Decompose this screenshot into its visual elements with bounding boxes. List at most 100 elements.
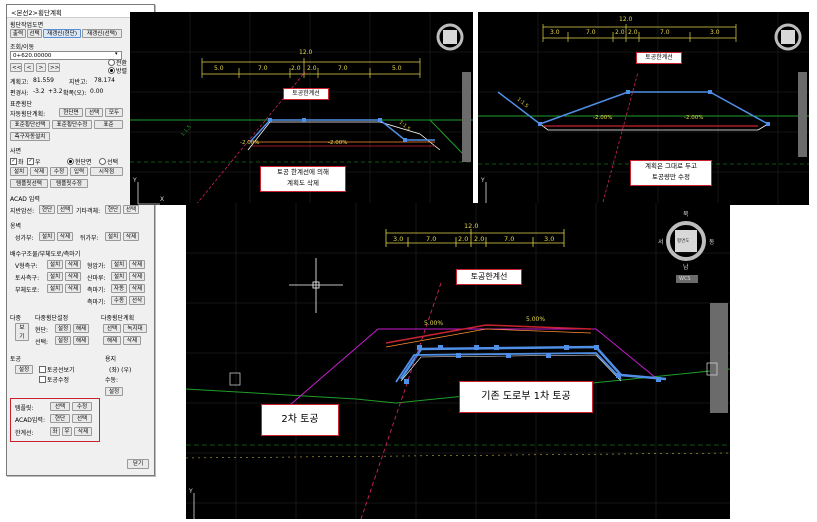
std-select-button[interactable]: 표준횡단선택 <box>10 120 50 129</box>
cad-viewport-3[interactable]: 12.0 3.0 7.0 2.0 2.0 7.0 3.0 토공한계선 5.00%… <box>186 203 730 519</box>
side1-label: 측마기: <box>87 287 106 294</box>
close-button[interactable]: 닫기 <box>127 459 149 469</box>
template-select-button[interactable]: 템플릿선택 <box>10 179 48 188</box>
cross-slope-left: 5.00% <box>424 320 444 327</box>
template-label: 템플릿: <box>15 405 34 412</box>
current-set-button[interactable]: 설정 <box>55 324 71 333</box>
limit-line-note: 토공한계선 <box>283 88 329 100</box>
chevron-down-icon[interactable]: ▾ <box>115 51 118 57</box>
auto-current-button[interactable]: 현단면 <box>59 108 83 117</box>
slope-install-button[interactable]: 설치 <box>10 167 28 176</box>
cad-viewport-2[interactable]: 12.0 3.0 7.0 2.0 2.0 7.0 3.0 토공한계선 1:1.5… <box>478 12 809 205</box>
dim-label: 3.0 <box>550 29 560 36</box>
green-setting-button[interactable]: 설정 <box>105 387 123 396</box>
std-edit-button[interactable]: 표준횡단수정 <box>52 120 92 129</box>
toe-install-button[interactable]: 설치 <box>111 260 127 269</box>
ground-line-select-button[interactable]: 선택 <box>57 205 73 214</box>
viewport-scrollbar <box>798 72 807 157</box>
select-label: 선택: <box>35 339 49 346</box>
cross-slope-left: -2.00% <box>593 115 613 121</box>
side-road-delete-button[interactable]: 삭제 <box>65 284 81 293</box>
auto-measure-button[interactable]: 측구자동설치 <box>10 132 50 141</box>
station-select[interactable]: 0+620.00000 <box>10 51 122 60</box>
std-button[interactable]: 표준 <box>94 120 123 129</box>
check-left[interactable]: ✓ <box>10 158 17 165</box>
limit-delete-button[interactable]: 삭제 <box>74 427 92 436</box>
soil-label: 토사측구: <box>15 275 40 282</box>
earthwork-setting-button[interactable]: 설정 <box>15 365 33 374</box>
ucs-y-label: Y <box>481 177 485 184</box>
radio-select-label: 선택 <box>107 159 119 166</box>
earth-line-check[interactable] <box>39 366 46 373</box>
wcs-label[interactable]: WCS <box>679 276 691 282</box>
green-label: 용지 <box>105 356 117 363</box>
earth-edit-check[interactable] <box>39 376 46 383</box>
slope-edit-button[interactable]: 수정 <box>50 167 68 176</box>
side2-manual-button[interactable]: 수동 <box>111 296 127 305</box>
v-ditch-delete-button[interactable]: 삭제 <box>65 260 81 269</box>
fill-install-button[interactable]: 설치 <box>105 232 121 241</box>
refresh-select-button[interactable]: 재갱신(선택) <box>82 29 122 38</box>
print-button[interactable]: 출력 <box>10 29 26 38</box>
callout-limit-deleted: 토공 한계선에 의해 계획도 삭제 <box>260 166 346 192</box>
select-set-button[interactable]: 설정 <box>55 336 71 345</box>
slope-start-button[interactable]: 시작점 <box>90 167 123 176</box>
select-button[interactable]: 선택 <box>27 29 42 38</box>
nav-first-button[interactable]: << <box>10 63 22 72</box>
slope-delete-button[interactable]: 삭제 <box>30 167 48 176</box>
cross-slope-right: -2.00% <box>684 115 704 121</box>
limit-left-button[interactable]: 좌 <box>50 427 60 436</box>
cut-delete-button[interactable]: 삭제 <box>57 232 73 241</box>
radio-current[interactable] <box>67 158 74 165</box>
view-button[interactable]: 보기 <box>15 323 29 341</box>
fill-delete-button[interactable]: 삭제 <box>123 232 139 241</box>
callout-first-earthwork: 기존 도로부 1차 토공 <box>459 381 593 413</box>
radio-prev[interactable] <box>108 59 115 66</box>
radio-select[interactable] <box>99 158 106 165</box>
radio-apply[interactable] <box>108 67 115 74</box>
ucs-x-label: X <box>160 196 165 203</box>
current-release-button[interactable]: 해제 <box>73 324 89 333</box>
cut-install-button[interactable]: 설치 <box>39 232 55 241</box>
multi-select-button[interactable]: 선택 <box>103 324 121 333</box>
nav-next-button[interactable]: > <box>36 63 46 72</box>
other-select-button[interactable]: 선택 <box>123 205 139 214</box>
toe-delete-button[interactable]: 삭제 <box>129 260 145 269</box>
slope-label: 편경사: <box>10 90 29 97</box>
auto-all-button[interactable]: 모두 <box>105 108 123 117</box>
ground-line-current-button[interactable]: 현단 <box>39 205 55 214</box>
compass-center-label[interactable]: 평면도 <box>677 238 689 244</box>
auto-select-button[interactable]: 선택 <box>85 108 103 117</box>
callout-line-1: 계획은 그대로 두고 <box>645 162 697 170</box>
berm-install-button[interactable]: 설치 <box>111 272 127 281</box>
check-right[interactable]: ✓ <box>27 158 34 165</box>
side2-delete-button[interactable]: 선삭 <box>129 296 145 305</box>
soil-install-button[interactable]: 설치 <box>47 272 63 281</box>
other-current-button[interactable]: 현단 <box>105 205 121 214</box>
acad-row-current-button[interactable]: 현단 <box>50 414 70 423</box>
multi-delete-button[interactable]: 삭제 <box>123 336 141 345</box>
check-right-label: 우 <box>35 159 41 166</box>
nav-prev-button[interactable]: < <box>24 63 34 72</box>
side1-auto-button[interactable]: 자동 <box>111 284 127 293</box>
v-ditch-install-button[interactable]: 설치 <box>47 260 63 269</box>
refresh-current-button[interactable]: 재갱신(현단) <box>43 29 81 38</box>
side1-delete-button[interactable]: 삭제 <box>129 284 145 293</box>
select-release-button[interactable]: 해제 <box>73 336 89 345</box>
dimension-lines <box>542 24 737 42</box>
limit-right-button[interactable]: 우 <box>62 427 72 436</box>
cad-viewport-1[interactable]: 12.0 5.0 7.0 2.0 2.0 7.0 5.0 토공한계선 1:1.5… <box>130 12 473 205</box>
callout-line-1: 토공 한계선에 의해 <box>277 168 329 176</box>
acad-row-select-button[interactable]: 선택 <box>72 414 92 423</box>
multi-green-button[interactable]: 녹지대 <box>123 324 147 333</box>
nav-last-button[interactable]: >> <box>48 63 60 72</box>
side-road-install-button[interactable]: 설치 <box>47 284 63 293</box>
soil-delete-button[interactable]: 삭제 <box>65 272 81 281</box>
berm-delete-button[interactable]: 삭제 <box>129 272 145 281</box>
slope-input-button[interactable]: 입력 <box>70 167 88 176</box>
template-edit-button[interactable]: 템플릿수정 <box>50 179 88 188</box>
section-drawing-3 <box>186 203 730 519</box>
multi-release-button[interactable]: 해제 <box>103 336 121 345</box>
template-row-edit-button[interactable]: 수정 <box>72 402 92 411</box>
template-row-select-button[interactable]: 선택 <box>50 402 70 411</box>
